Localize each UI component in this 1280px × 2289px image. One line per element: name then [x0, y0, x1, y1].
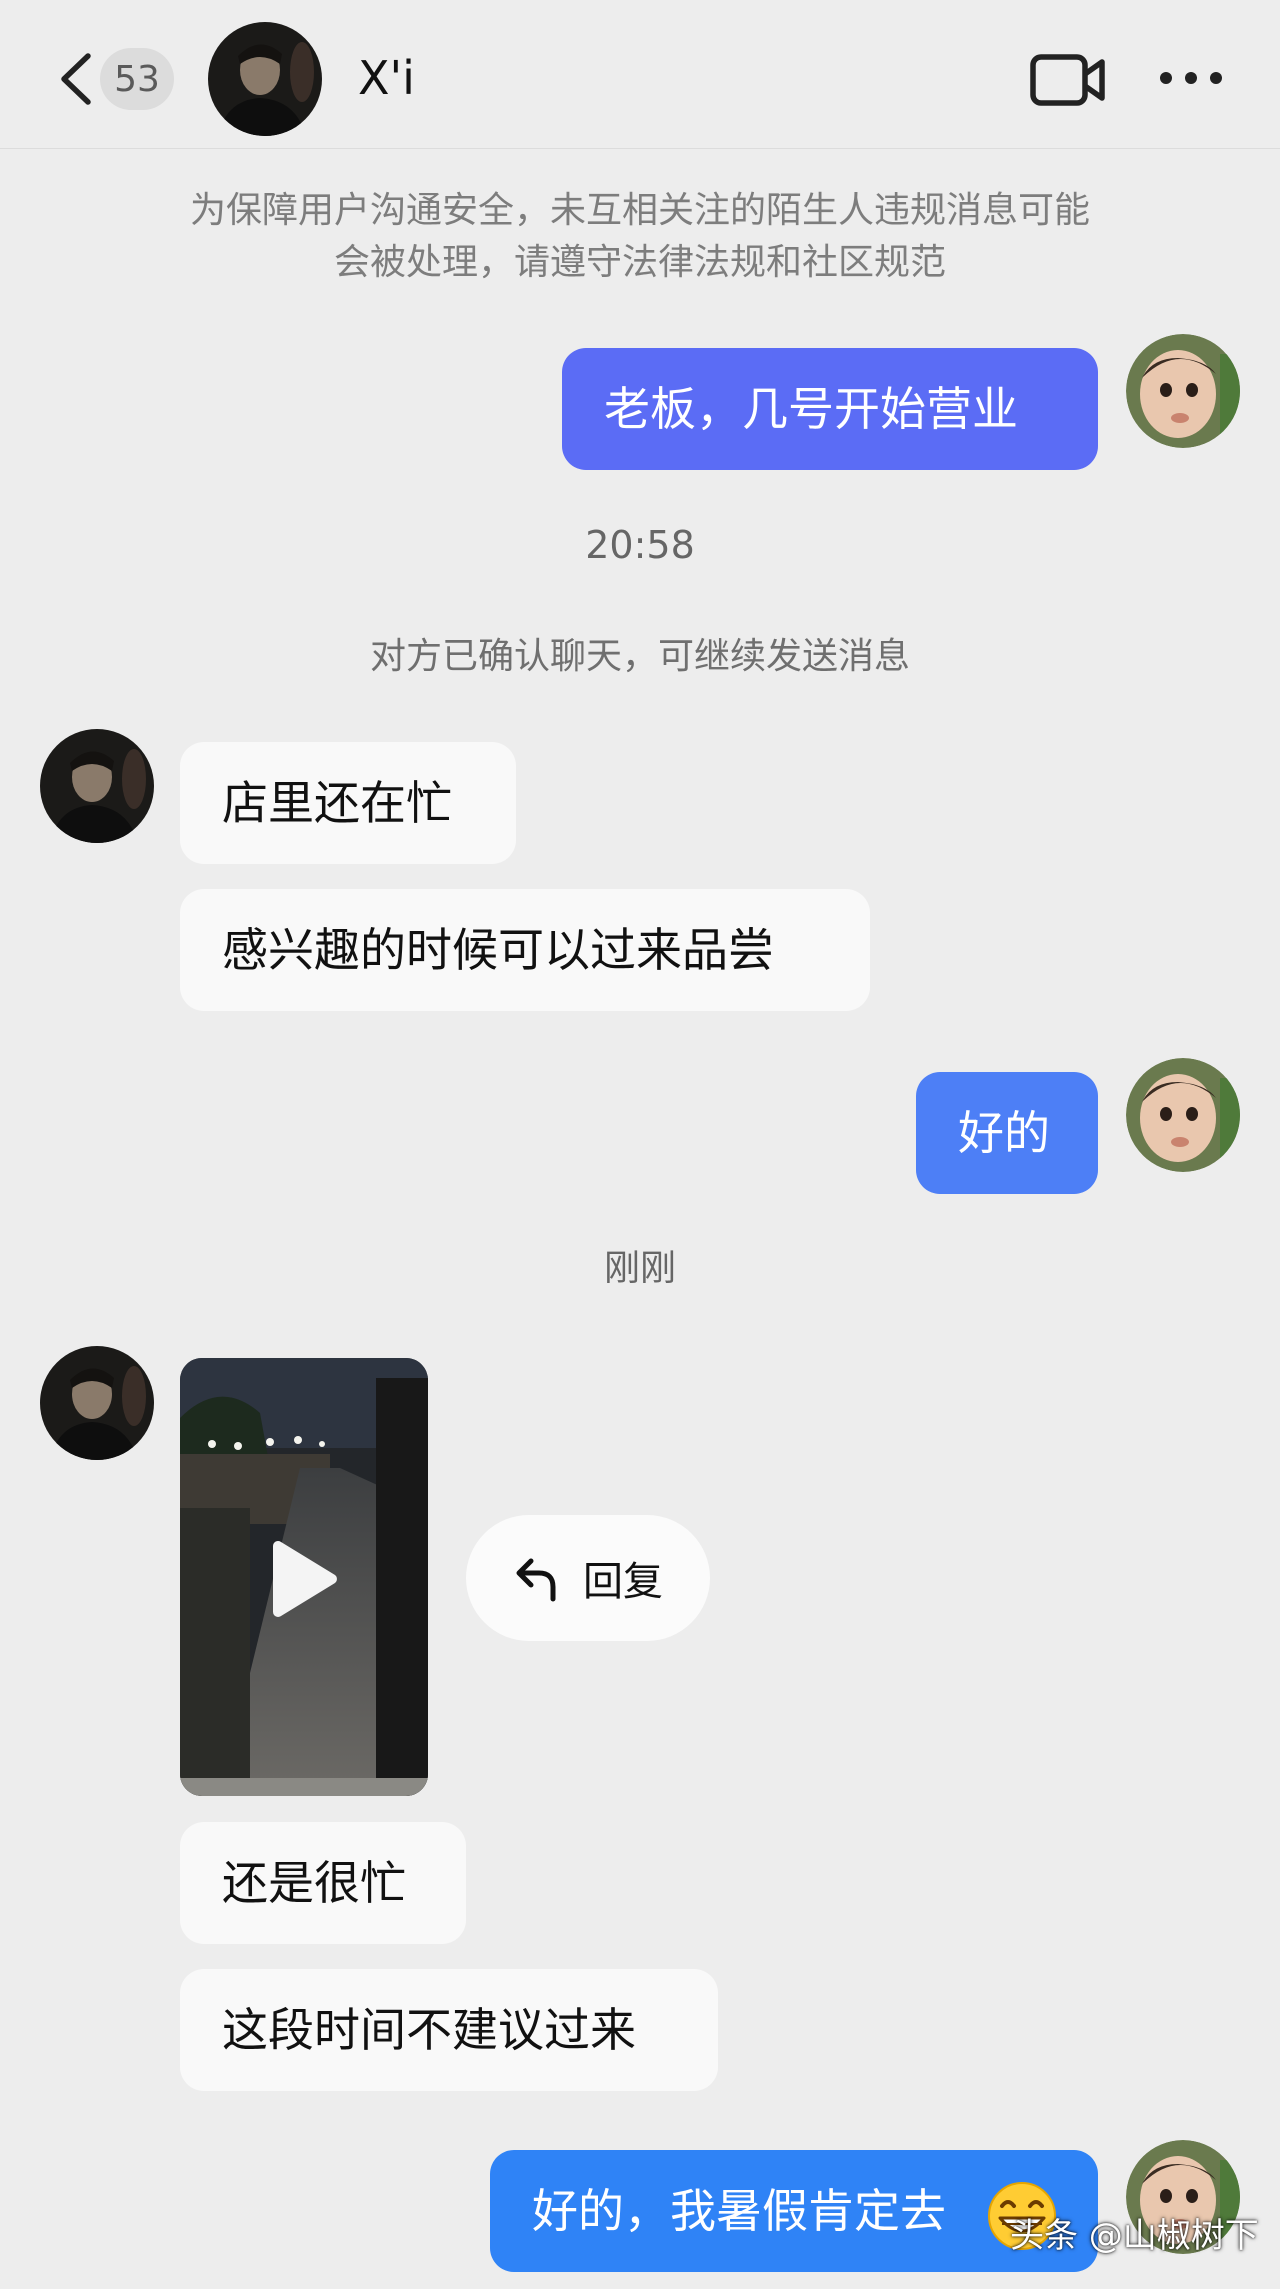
outgoing-message[interactable]: 老板，几号开始营业	[562, 348, 1098, 470]
timestamp: 刚刚	[603, 1248, 676, 1289]
safety-notice-line2: 会被处理，请遵守法律法规和社区规范	[333, 242, 946, 283]
reply-arrow-icon	[516, 1558, 556, 1602]
timestamp: 20:58	[585, 523, 695, 567]
my-avatar[interactable]	[1126, 1058, 1240, 1172]
video-message-thumbnail[interactable]	[180, 1358, 428, 1796]
back-arrow-icon[interactable]	[52, 50, 102, 108]
incoming-message[interactable]: 还是很忙	[180, 1822, 466, 1944]
incoming-message[interactable]: 这段时间不建议过来	[180, 1969, 718, 2091]
more-options-icon[interactable]	[1158, 66, 1224, 90]
safety-notice-line1: 为保障用户沟通安全，未互相关注的陌生人违规消息可能	[189, 190, 1090, 231]
contact-name[interactable]: X'i	[358, 48, 415, 108]
source-watermark: 头条 @山椒树下	[1010, 2216, 1259, 2256]
chat-confirmed-notice: 对方已确认聊天，可继续发送消息	[369, 636, 910, 677]
reply-label: 回复	[583, 1559, 663, 1605]
contact-message-avatar[interactable]	[40, 1346, 154, 1460]
incoming-message[interactable]: 感兴趣的时候可以过来品尝	[180, 889, 870, 1011]
reply-button[interactable]: 回复	[466, 1515, 710, 1641]
incoming-message[interactable]: 店里还在忙	[180, 742, 516, 864]
my-avatar[interactable]	[1126, 334, 1240, 448]
contact-avatar[interactable]	[208, 22, 322, 136]
video-call-icon[interactable]	[1030, 52, 1106, 108]
outgoing-message[interactable]: 好的	[916, 1072, 1098, 1194]
contact-message-avatar[interactable]	[40, 729, 154, 843]
unread-count-badge: 53	[100, 48, 174, 110]
